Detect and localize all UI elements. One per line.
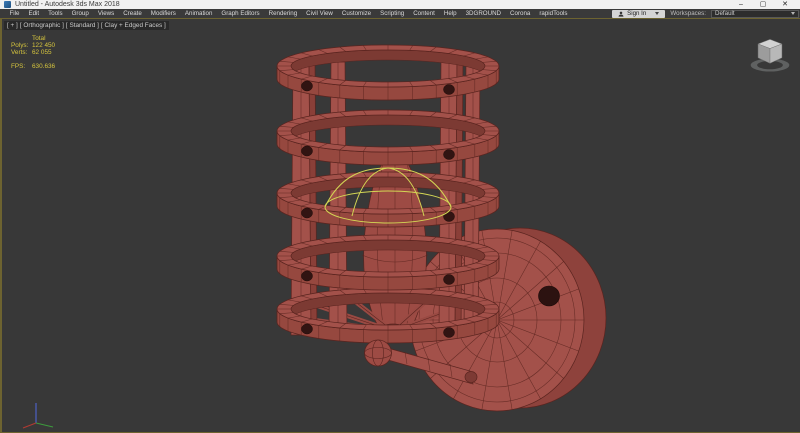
app-icon-3dsmax: [4, 1, 11, 8]
viewport-label: [ + ][ Orthographic ][ Standard ][ Clay …: [4, 21, 169, 30]
plate-screw-hole: [538, 285, 560, 307]
scene-3d-model[interactable]: [0, 19, 800, 433]
menu-item[interactable]: Views: [93, 9, 118, 18]
menu-item[interactable]: Civil View: [302, 9, 338, 18]
menu-item[interactable]: Graph Editors: [217, 9, 264, 18]
titlebar: Untitled - Autodesk 3ds Max 2018 – ▢ ✕: [0, 0, 800, 9]
window-controls: – ▢ ✕: [730, 0, 796, 9]
sign-in-label: Sign In: [627, 10, 647, 17]
viewport-label-segment[interactable]: [ Clay + Edged Faces ]: [101, 21, 166, 30]
menu-item[interactable]: Create: [119, 9, 147, 18]
menu-bar: File Edit Tools Group Views Create Modifiers An…: [0, 9, 800, 19]
viewport-label-segment[interactable]: [ Standard ]: [66, 21, 99, 30]
viewport-label-segment[interactable]: [ + ]: [7, 21, 18, 30]
stats-polys-value: 122 450: [32, 42, 56, 50]
stats-fps-value: 630.636: [32, 62, 56, 70]
user-icon: [618, 11, 624, 17]
menu-item[interactable]: Corona: [506, 9, 535, 18]
stats-polys-label: Polys:: [11, 42, 29, 50]
rod-ball-knob: [364, 339, 392, 367]
main-menu: File Edit Tools Group Views Create Modifiers An…: [0, 9, 572, 18]
workspaces-label: Workspaces:: [670, 10, 706, 17]
x-axis: [22, 422, 37, 429]
menu-item[interactable]: Tools: [44, 9, 67, 18]
chevron-down-icon: [791, 12, 795, 15]
stats-verts-label: Verts:: [11, 49, 28, 57]
menu-item[interactable]: Animation: [180, 9, 217, 18]
stats-spacer: [11, 35, 32, 42]
workspaces-value: Default: [715, 10, 735, 17]
menu-item[interactable]: Customize: [337, 9, 375, 18]
viewcube[interactable]: [747, 32, 793, 78]
menubar-right: Sign In Workspaces: Default: [612, 9, 800, 18]
menu-item[interactable]: Scripting: [376, 9, 409, 18]
menu-item[interactable]: Group: [67, 9, 93, 18]
window-title: Untitled - Autodesk 3ds Max 2018: [15, 1, 120, 8]
menu-item[interactable]: 3DGROUND: [461, 9, 505, 18]
stats-verts-value: 62 055: [32, 49, 52, 57]
y-axis: [35, 422, 54, 428]
close-button[interactable]: ✕: [774, 0, 796, 9]
workspaces-dropdown[interactable]: Default: [711, 9, 799, 18]
statistics-overlay: Total Polys: 122 450 Verts: 62 055 FPS: 630…: [11, 35, 55, 70]
menu-item[interactable]: Modifiers: [146, 9, 180, 18]
chevron-down-icon: [655, 12, 660, 15]
menu-item[interactable]: Edit: [24, 9, 44, 18]
stats-fps-label: FPS:: [11, 62, 26, 70]
maximize-button[interactable]: ▢: [752, 0, 774, 9]
world-axis-tripod: [22, 403, 54, 429]
viewport[interactable]: [ + ][ Orthographic ][ Standard ][ Clay …: [0, 19, 800, 433]
stats-total-label: Total: [32, 35, 46, 42]
menu-item[interactable]: Content: [409, 9, 440, 18]
viewport-label-segment[interactable]: [ Orthographic ]: [20, 21, 64, 30]
minimize-button[interactable]: –: [730, 0, 752, 9]
menu-item[interactable]: rapidTools: [535, 9, 572, 18]
menu-item[interactable]: File: [5, 9, 24, 18]
sign-in-button[interactable]: Sign In: [612, 9, 666, 18]
menu-item[interactable]: Help: [439, 9, 461, 18]
3dsmax-window: Untitled - Autodesk 3ds Max 2018 – ▢ ✕ F…: [0, 0, 800, 433]
menu-item[interactable]: Rendering: [264, 9, 302, 18]
